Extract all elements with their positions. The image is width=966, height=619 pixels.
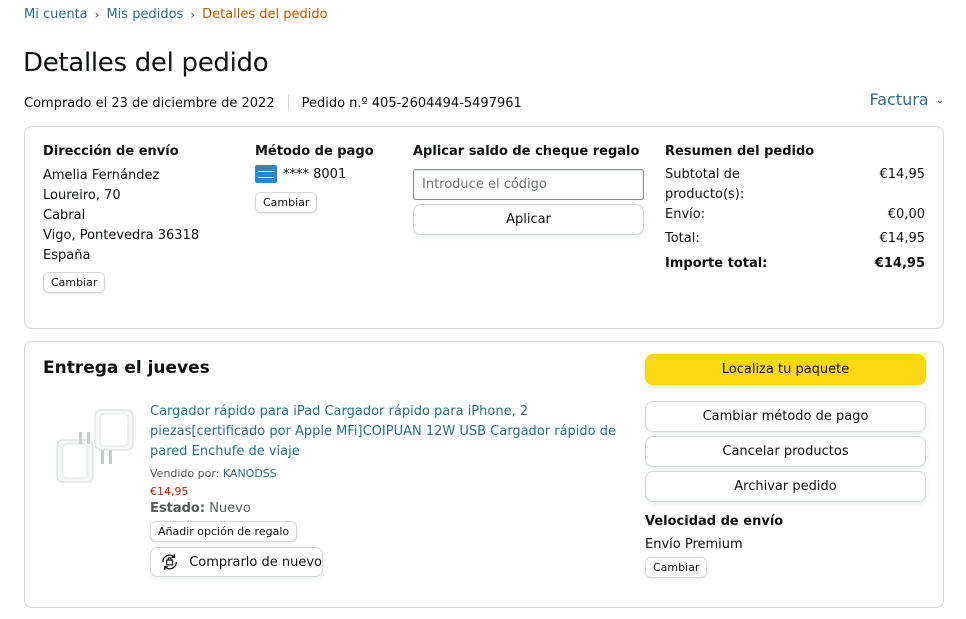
change-shipping-speed-button[interactable]: Cambiar (645, 557, 708, 578)
summary-row-subtotal: Subtotal de producto(s): €14,95 (665, 165, 925, 205)
card-row: **** 8001 (255, 165, 405, 183)
card-number: **** 8001 (283, 166, 347, 182)
address-line: España (43, 248, 91, 263)
change-payment-button[interactable]: Cambiar (255, 192, 318, 213)
meta-divider (287, 95, 289, 111)
condition-label: Estado: (150, 501, 206, 516)
subtotal-label: Subtotal de producto(s): (665, 167, 745, 202)
buy-again-button[interactable]: Comprarlo de nuevo (150, 547, 323, 577)
product-details: Cargador rápido para iPad Cargador rápid… (150, 402, 620, 577)
sold-by: Vendido por: KANODSS (150, 467, 620, 480)
archive-order-button[interactable]: Archivar pedido (645, 471, 926, 502)
product-title-link[interactable]: Cargador rápido para iPad Cargador rápid… (150, 402, 620, 462)
order-meta: Comprado el 23 de diciembre de 2022 Pedi… (24, 95, 522, 111)
summary-row-grand-total: Importe total: €14,95 (665, 254, 925, 274)
summary-row-shipping: Envío: €0,00 (665, 205, 925, 225)
shipping-address-section: Dirección de envío Amelia Fernández Lour… (43, 144, 253, 293)
grand-total-label: Importe total: (665, 256, 768, 271)
buy-again-icon (162, 554, 178, 570)
sold-by-label: Vendido por: (150, 467, 220, 480)
track-package-button[interactable]: Localiza tu paquete (645, 354, 926, 385)
apply-gift-button[interactable]: Aplicar (413, 204, 644, 235)
shipping-cost-value: €0,00 (887, 207, 925, 222)
gift-code-input[interactable] (413, 169, 644, 200)
order-actions: Localiza tu paquete Cambiar método de pa… (645, 354, 926, 578)
cancel-items-button[interactable]: Cancelar productos (645, 436, 926, 467)
grand-total-value: €14,95 (874, 256, 925, 271)
shipping-speed-heading: Velocidad de envío (645, 514, 784, 529)
address-line: Cabral (43, 208, 86, 223)
change-payment-method-button[interactable]: Cambiar método de pago (645, 401, 926, 432)
breadcrumb-separator: › (190, 7, 196, 22)
breadcrumb-separator: › (94, 7, 100, 22)
shipping-address-lines: Amelia Fernández Loureiro, 70 Cabral Vig… (43, 166, 253, 266)
breadcrumb-my-orders[interactable]: Mis pedidos (106, 7, 183, 22)
summary-row-total: Total: €14,95 (665, 229, 925, 249)
add-gift-option-button[interactable]: Añadir opción de regalo (150, 521, 298, 542)
product-price: €14,95 (150, 485, 189, 498)
subtotal-value: €14,95 (879, 167, 926, 182)
gift-card-section: Aplicar saldo de cheque regalo Aplicar (413, 144, 645, 235)
order-summary-section: Resumen del pedido Subtotal de producto(… (665, 144, 925, 274)
total-label: Total: (665, 231, 700, 246)
address-line: Vigo, Pontevedra 36318 (43, 228, 200, 243)
shipping-speed-section: Velocidad de envío Envío Premium Cambiar (645, 514, 926, 578)
buy-again-label: Comprarlo de nuevo (189, 554, 322, 570)
page-title: Detalles del pedido (23, 48, 269, 78)
breadcrumb-current: Detalles del pedido (202, 7, 328, 22)
invoice-label: Factura (869, 90, 929, 109)
purchase-date: Comprado el 23 de diciembre de 2022 (24, 95, 275, 111)
delivery-box: Entrega el jueves Cargador rápido para i… (24, 341, 944, 608)
condition-value: Nuevo (209, 501, 251, 516)
total-value: €14,95 (879, 231, 926, 246)
order-info-box: Dirección de envío Amelia Fernández Lour… (24, 126, 944, 329)
change-address-button[interactable]: Cambiar (43, 272, 106, 293)
shipping-cost-label: Envío: (665, 207, 706, 222)
payment-method-section: Método de pago **** 8001 Cambiar (255, 144, 405, 213)
order-number: Pedido n.º 405-2604494-5497961 (301, 95, 522, 111)
amex-card-icon (255, 165, 277, 183)
shipping-address-heading: Dirección de envío (43, 144, 179, 159)
address-line: Loureiro, 70 (43, 188, 121, 203)
seller-link[interactable]: KANODSS (223, 467, 277, 480)
address-line: Amelia Fernández (43, 168, 160, 183)
chevron-down-icon: ⌄ (935, 95, 944, 106)
product-condition: Estado: Nuevo (150, 501, 620, 516)
shipping-speed-value: Envío Premium (645, 537, 743, 552)
breadcrumb-my-account[interactable]: Mi cuenta (24, 7, 88, 22)
payment-method-heading: Método de pago (255, 144, 374, 159)
product-image[interactable] (49, 402, 139, 492)
delivery-heading: Entrega el jueves (43, 358, 210, 378)
order-summary-heading: Resumen del pedido (665, 144, 815, 159)
breadcrumb: Mi cuenta › Mis pedidos › Detalles del p… (24, 7, 328, 22)
invoice-dropdown[interactable]: Factura ⌄ (869, 90, 944, 109)
gift-card-heading: Aplicar saldo de cheque regalo (413, 144, 640, 159)
